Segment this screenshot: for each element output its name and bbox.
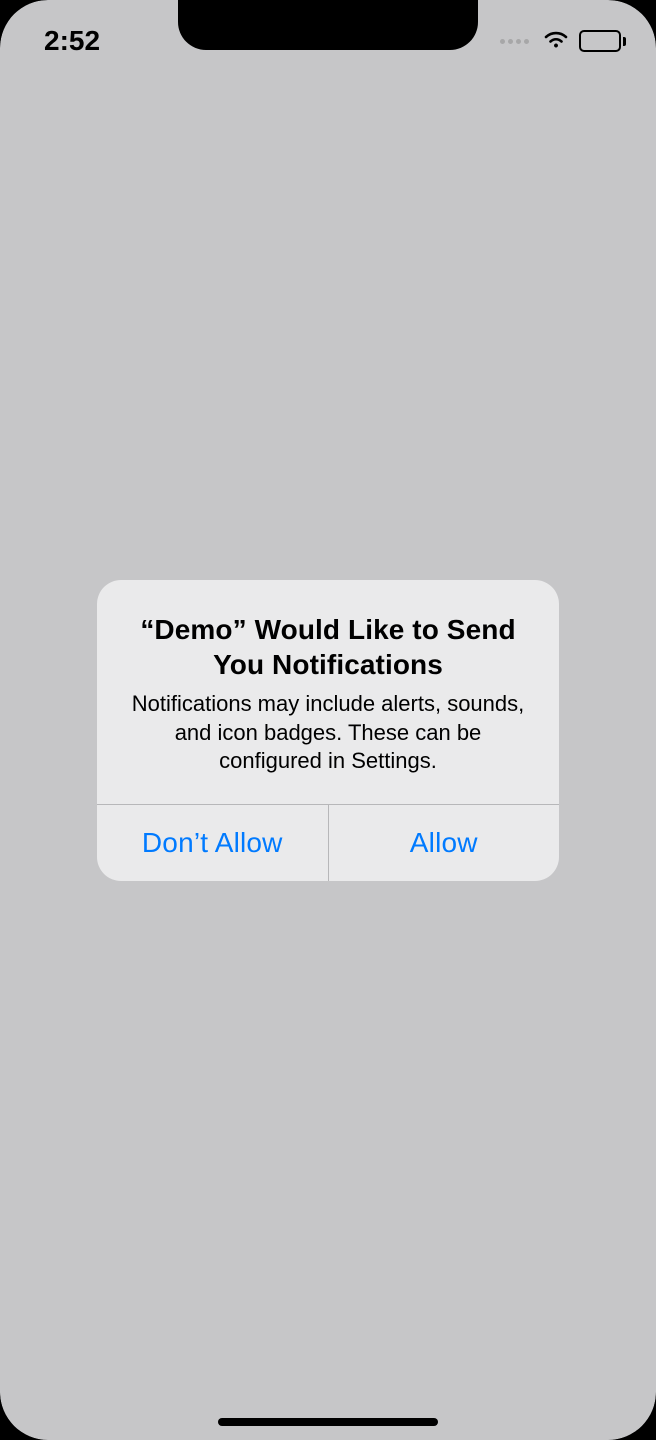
device-frame: 2:52 “D (0, 0, 656, 1440)
battery-icon (579, 30, 626, 52)
allow-button[interactable]: Allow (328, 805, 560, 881)
alert-title: “Demo” Would Like to Send You Notificati… (125, 612, 531, 682)
cellular-dots-icon (500, 39, 529, 44)
alert-content: “Demo” Would Like to Send You Notificati… (97, 580, 559, 804)
screen-background: 2:52 “D (0, 0, 656, 1440)
status-right (500, 28, 626, 55)
status-time: 2:52 (44, 25, 100, 57)
wifi-icon (541, 28, 571, 55)
home-indicator[interactable] (218, 1418, 438, 1426)
notification-permission-alert: “Demo” Would Like to Send You Notificati… (97, 580, 559, 881)
dont-allow-button[interactable]: Don’t Allow (97, 805, 328, 881)
notch (178, 0, 478, 50)
alert-message: Notifications may include alerts, sounds… (125, 690, 531, 776)
alert-button-row: Don’t Allow Allow (97, 804, 559, 881)
